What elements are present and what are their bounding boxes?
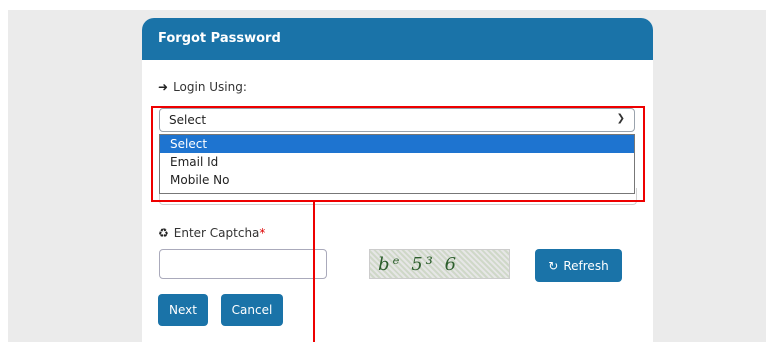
annotation-pointer-line xyxy=(313,202,315,342)
required-mark: * xyxy=(259,226,266,240)
captcha-input[interactable] xyxy=(159,249,327,279)
recycle-icon: ♻ xyxy=(158,226,169,240)
card-title: Forgot Password xyxy=(142,18,653,60)
login-using-label-row: ➜ Login Using: xyxy=(158,80,247,94)
captcha-image: bᵉ 5³ 6 xyxy=(369,249,510,279)
captcha-label-row: ♻ Enter Captcha * xyxy=(158,226,265,240)
refresh-button-label: Refresh xyxy=(563,258,609,273)
login-using-label: Login Using: xyxy=(173,80,247,94)
captcha-label: Enter Captcha xyxy=(173,226,260,240)
refresh-button[interactable]: ↻ Refresh xyxy=(535,249,622,282)
refresh-icon: ↻ xyxy=(548,258,559,273)
annotation-highlight-box xyxy=(151,106,645,202)
next-button[interactable]: Next xyxy=(158,294,208,326)
cancel-button[interactable]: Cancel xyxy=(221,294,283,326)
sign-in-icon: ➜ xyxy=(158,80,169,94)
